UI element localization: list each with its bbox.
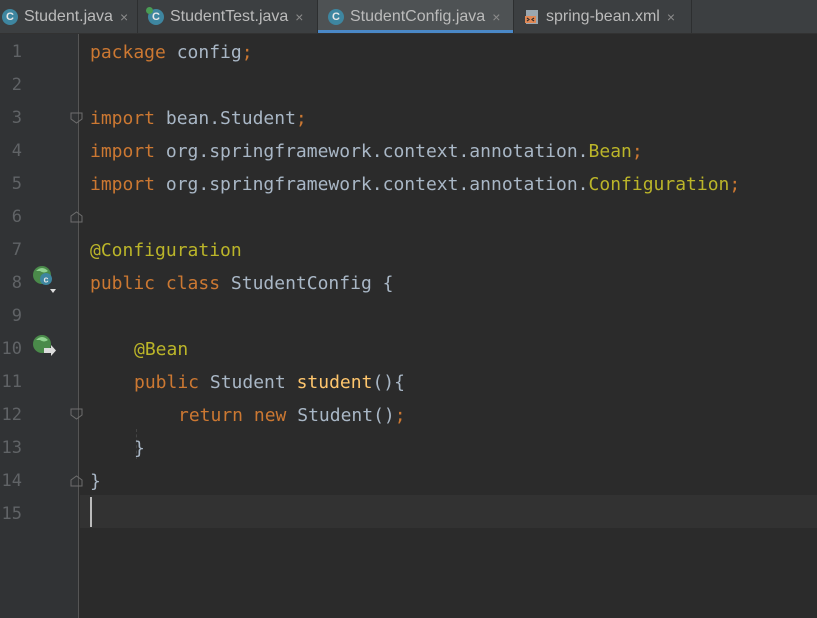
tab-label: spring-bean.xml: [546, 7, 660, 25]
tab-studentconfig-java[interactable]: C StudentConfig.java ×: [318, 0, 514, 33]
code-line-3: import bean.Student;: [90, 108, 307, 129]
tab-studenttest-java[interactable]: C StudentTest.java ×: [138, 0, 318, 33]
bean-navigate-gutter-icon[interactable]: [32, 334, 58, 364]
close-icon[interactable]: ×: [120, 9, 128, 25]
xml-file-icon: [524, 9, 540, 25]
editor-gutter[interactable]: 1 2 3 4 5 6 7 8 9 10 11 12 13 14 15 c: [0, 34, 83, 618]
editor-tab-bar: C Student.java × C StudentTest.java × C …: [0, 0, 817, 34]
line-number: 14: [1, 471, 22, 491]
spring-config-gutter-icon[interactable]: c: [32, 265, 58, 299]
code-line-7: @Configuration: [90, 240, 242, 261]
class-icon: C: [2, 8, 18, 25]
code-line-5: import org.springframework.context.annot…: [90, 174, 741, 195]
code-editor[interactable]: package config; import bean.Student; imp…: [80, 34, 817, 618]
line-number: 2: [11, 75, 22, 95]
test-class-icon: C: [146, 6, 164, 25]
tab-student-java[interactable]: C Student.java ×: [0, 0, 138, 33]
code-line-8: public class StudentConfig {: [90, 273, 394, 294]
line-number: 11: [1, 372, 22, 392]
code-line-10: @Bean: [134, 339, 189, 360]
close-icon[interactable]: ×: [667, 9, 675, 25]
line-number: 12: [1, 405, 22, 425]
line-number: 4: [11, 141, 22, 161]
class-icon: C: [328, 8, 344, 25]
tab-label: StudentTest.java: [170, 7, 289, 25]
line-number: 10: [1, 339, 22, 359]
close-icon[interactable]: ×: [492, 9, 500, 25]
tab-spring-bean-xml[interactable]: spring-bean.xml ×: [514, 0, 692, 33]
line-number: 8: [11, 273, 22, 293]
code-line-1: package config;: [90, 42, 253, 63]
code-line-11: public Student student(){: [134, 372, 405, 393]
line-number: 9: [11, 306, 22, 326]
code-line-13: }: [134, 438, 145, 459]
line-number: 13: [1, 438, 22, 458]
tab-label: StudentConfig.java: [350, 7, 486, 25]
svg-text:c: c: [43, 275, 48, 285]
line-number: 15: [1, 504, 22, 524]
code-line-12: return new Student();: [178, 405, 406, 426]
close-icon[interactable]: ×: [295, 9, 303, 25]
code-line-4: import org.springframework.context.annot…: [90, 141, 643, 162]
line-number: 7: [11, 240, 22, 260]
tab-label: Student.java: [24, 7, 113, 25]
line-number: 3: [11, 108, 22, 128]
line-number: 5: [11, 174, 22, 194]
code-line-14: }: [90, 471, 101, 492]
line-number: 1: [11, 42, 22, 62]
line-number: 6: [11, 207, 22, 227]
